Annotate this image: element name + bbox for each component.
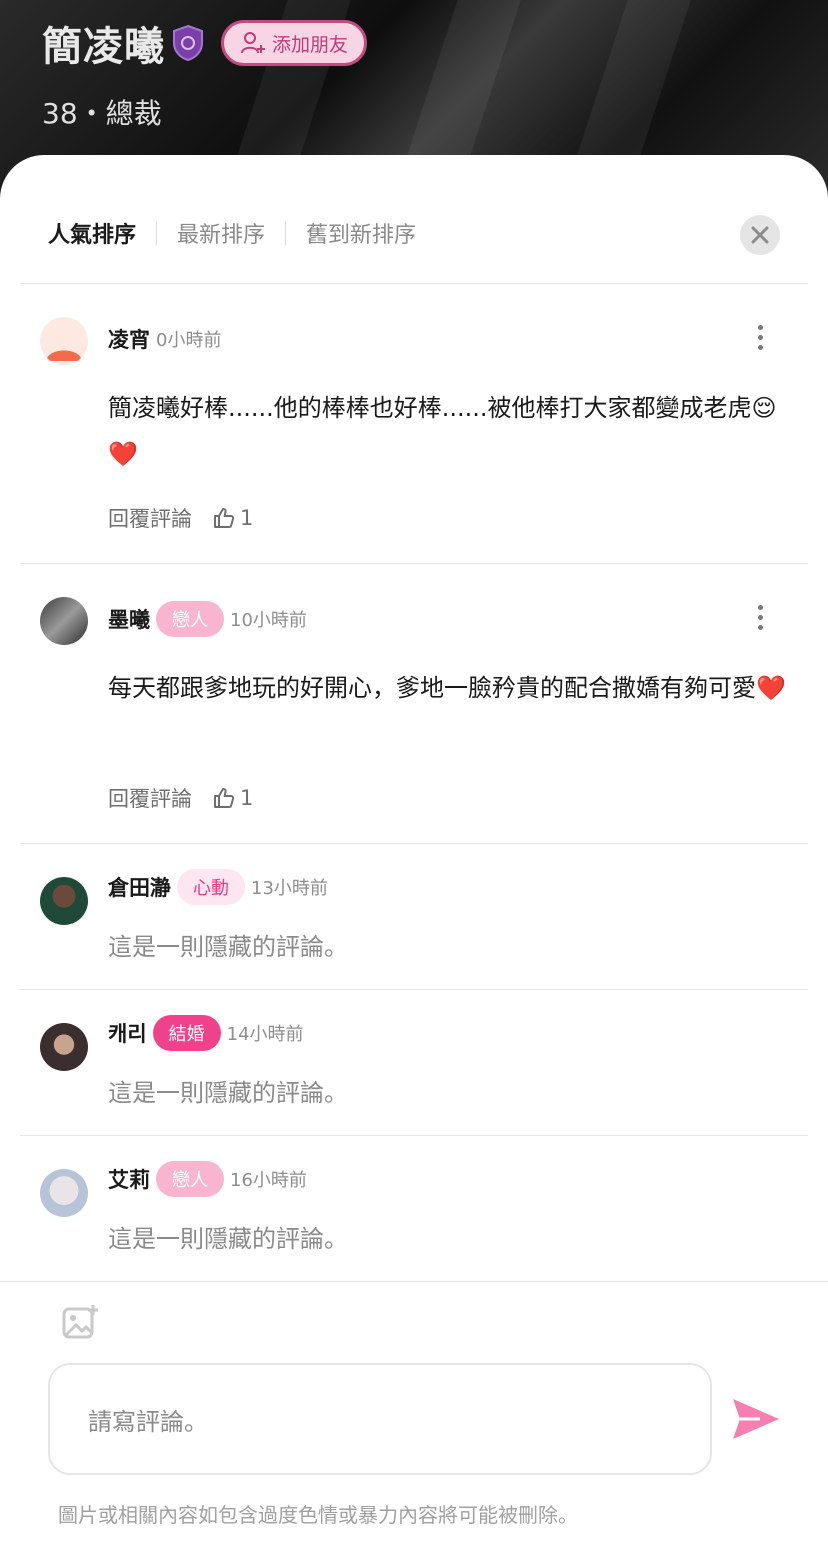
tab-newest[interactable]: 最新排序: [177, 217, 265, 249]
hidden-comment-text: 這是一則隱藏的評論。: [108, 1079, 348, 1107]
reply-button[interactable]: 回覆評論: [108, 503, 192, 533]
content-notice: 圖片或相關內容如包含過度色情或暴力內容將可能被刪除。: [58, 1503, 578, 1527]
close-button[interactable]: [740, 215, 780, 255]
avatar[interactable]: [40, 1169, 88, 1217]
add-user-icon: [241, 32, 265, 54]
like-button[interactable]: 1: [212, 786, 253, 810]
sort-tabs: 人氣排序 最新排序 舊到新排序: [48, 217, 416, 249]
comment-body: 簡凌曦好棒......他的棒棒也好棒......被他棒打大家都變成老虎😌❤️: [108, 394, 777, 468]
name-row: 簡凌曦 添加朋友: [42, 14, 368, 72]
comment-author[interactable]: 凌宵: [108, 324, 150, 354]
comment-header: 캐리 結婚 14小時前: [108, 1013, 304, 1053]
comment-header: 凌宵 0小時前: [108, 319, 221, 359]
comment-author[interactable]: 캐리: [108, 1018, 147, 1048]
like-button[interactable]: 1: [212, 506, 253, 530]
divider: [20, 843, 808, 844]
hidden-comment-text: 這是一則隱藏的評論。: [108, 1225, 348, 1253]
add-friend-button[interactable]: 添加朋友: [221, 20, 368, 66]
divider: [20, 989, 808, 990]
comment-body: 每天都跟爹地玩的好開心，爹地一臉矜貴的配合撒嬌有夠可愛❤️: [108, 674, 786, 702]
comment-author[interactable]: 墨曦: [108, 604, 150, 634]
tab-popular[interactable]: 人氣排序: [48, 217, 136, 249]
comment-input-placeholder: 請寫評論。: [88, 1407, 208, 1436]
comment-time: 0小時前: [156, 330, 222, 351]
divider: [20, 283, 808, 284]
avatar[interactable]: [40, 877, 88, 925]
relationship-tag: 心動: [177, 869, 245, 905]
add-friend-label: 添加朋友: [272, 33, 349, 56]
comments-sheet: 人氣排序 最新排序 舊到新排序 凌宵 0小時前 簡凌曦好棒......他的棒棒也…: [0, 155, 828, 1545]
relationship-tag: 戀人: [156, 601, 224, 637]
tab-oldest[interactable]: 舊到新排序: [306, 217, 416, 249]
hidden-comment-text: 這是一則隱藏的評論。: [108, 933, 348, 961]
comment-header: 墨曦 戀人 10小時前: [108, 599, 307, 639]
relationship-tag: 結婚: [152, 1015, 221, 1051]
comment-time: 13小時前: [251, 878, 328, 899]
comment-actions: 回覆評論 1: [108, 783, 253, 813]
thumbs-up-icon: [214, 788, 235, 808]
profile-name: 簡凌曦: [42, 24, 165, 70]
send-icon[interactable]: [730, 1393, 782, 1445]
like-count: 1: [240, 506, 254, 530]
thumbs-up-icon: [214, 508, 235, 528]
comment-header: 艾莉 戀人 16小時前: [108, 1159, 307, 1199]
comment-time: 16小時前: [230, 1170, 307, 1191]
reply-button[interactable]: 回覆評論: [108, 783, 192, 813]
comment-author[interactable]: 艾莉: [108, 1164, 150, 1194]
comment-time: 10小時前: [230, 610, 307, 631]
add-image-icon[interactable]: [62, 1303, 100, 1341]
divider: [20, 1135, 808, 1136]
divider: [285, 221, 287, 245]
divider: [0, 1281, 828, 1282]
relationship-tag: 戀人: [156, 1161, 224, 1197]
profile-subtitle: 38・總裁: [42, 97, 162, 130]
comment-time: 14小時前: [226, 1024, 304, 1045]
more-vertical-icon[interactable]: [756, 325, 764, 350]
shield-badge-icon: [173, 24, 203, 62]
divider: [20, 563, 808, 564]
avatar[interactable]: [40, 1023, 88, 1071]
comment-author[interactable]: 倉田瀞: [108, 872, 171, 902]
more-vertical-icon[interactable]: [756, 605, 764, 630]
divider: [156, 221, 158, 245]
close-icon: [751, 226, 769, 244]
avatar[interactable]: [40, 317, 88, 365]
avatar[interactable]: [40, 597, 88, 645]
comment-header: 倉田瀞 心動 13小時前: [108, 867, 328, 907]
comment-input[interactable]: 請寫評論。: [48, 1363, 712, 1475]
like-count: 1: [240, 786, 254, 810]
comment-actions: 回覆評論 1: [108, 503, 253, 533]
